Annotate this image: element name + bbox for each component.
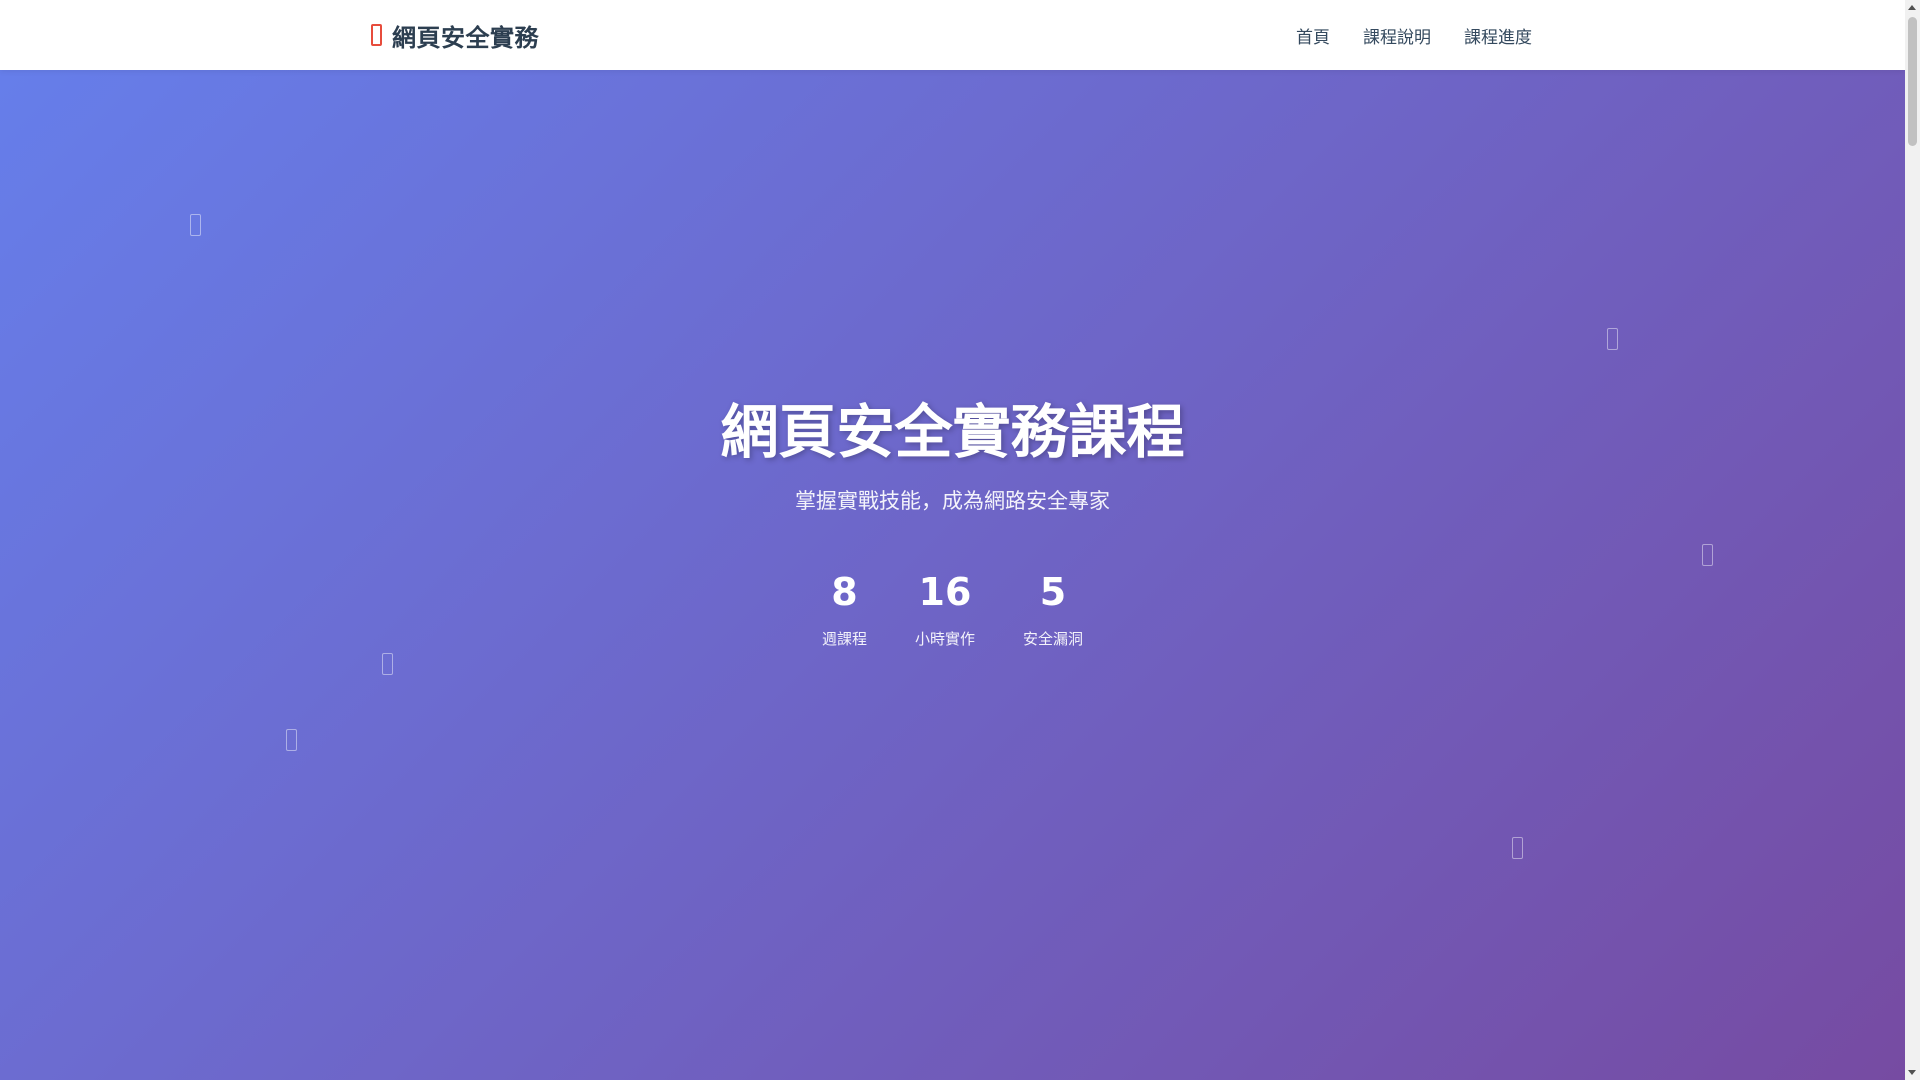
shield-icon — [371, 24, 382, 46]
stat-number: 5 — [1039, 570, 1067, 614]
stats-row: 8 週課程 16 小時實作 5 安全漏洞 — [0, 570, 1905, 649]
hero-title: 網頁安全實務課程 — [720, 398, 1185, 466]
stat-number: 16 — [918, 570, 972, 614]
floating-shield-icon — [286, 729, 297, 751]
scroll-up-arrow-icon[interactable] — [1908, 5, 1916, 10]
scroll-thumb[interactable] — [1908, 17, 1917, 146]
navbar: 網頁安全實務 首頁 課程說明 課程進度 — [0, 0, 1905, 70]
hero-subtitle: 掌握實戰技能，成為網路安全專家 — [795, 489, 1110, 513]
stat-weeks: 8 週課程 — [822, 570, 867, 649]
stat-label: 安全漏洞 — [1023, 629, 1084, 648]
nav-link-course-progress[interactable]: 課程進度 — [1464, 23, 1532, 48]
floating-shield-icon — [190, 214, 201, 236]
brand-logo[interactable]: 網頁安全實務 — [371, 0, 539, 70]
stat-hours: 16 小時實作 — [915, 570, 975, 649]
floating-shield-icon — [1702, 544, 1713, 566]
stat-label: 小時實作 — [914, 629, 975, 648]
brand-title: 網頁安全實務 — [392, 23, 539, 52]
scroll-down-arrow-icon[interactable] — [1908, 1070, 1916, 1075]
nav-link-course-description[interactable]: 課程說明 — [1363, 23, 1431, 48]
page: 網頁安全實務 首頁 課程說明 課程進度 網頁安全實務課程 掌握實戰技能，成為網路… — [0, 0, 1905, 1080]
stat-number: 8 — [831, 570, 858, 614]
vertical-scrollbar[interactable] — [1905, 0, 1920, 1080]
floating-shield-icon — [1607, 328, 1618, 350]
nav-link-home[interactable]: 首頁 — [1296, 23, 1330, 48]
stat-label: 週課程 — [821, 629, 867, 648]
floating-shield-icon — [382, 653, 393, 675]
floating-shield-icon — [1512, 837, 1523, 859]
nav-links: 首頁 課程說明 課程進度 — [1296, 0, 1532, 70]
hero-section: 網頁安全實務課程 掌握實戰技能，成為網路安全專家 8 週課程 16 小時實作 5… — [0, 70, 1905, 1080]
stat-vulnerabilities: 5 安全漏洞 — [1023, 570, 1083, 649]
